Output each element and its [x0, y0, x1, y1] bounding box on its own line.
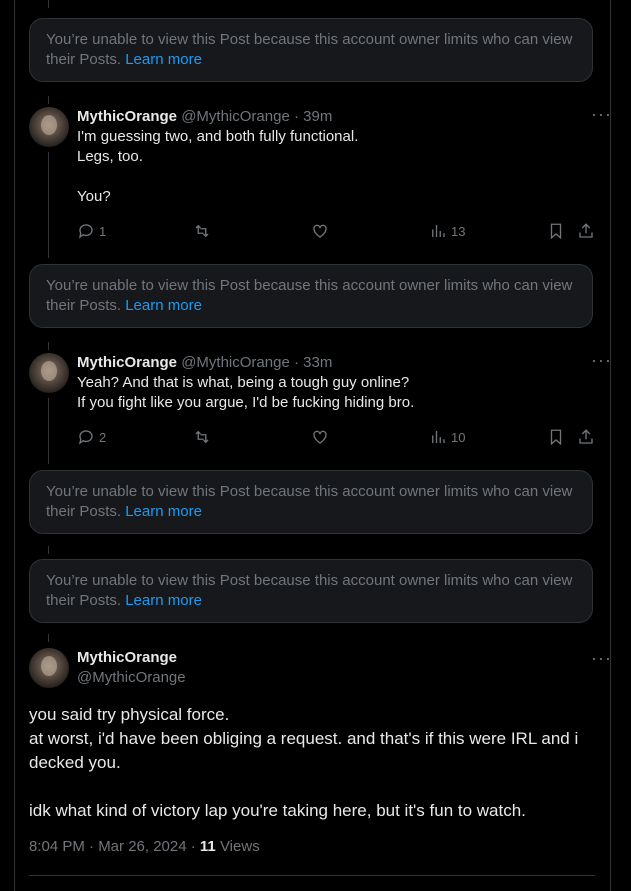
avatar[interactable]: [29, 353, 69, 393]
retweet-icon: [195, 430, 209, 444]
reply-count: 1: [99, 223, 107, 239]
retweet-icon: [195, 224, 209, 238]
display-name[interactable]: MythicOrange: [77, 648, 186, 668]
share-button[interactable]: [577, 428, 595, 446]
restricted-post-notice: You’re unable to view this Post because …: [29, 18, 593, 82]
learn-more-link[interactable]: Learn more: [125, 51, 202, 68]
post-text: I'm guessing two, and both fully functio…: [77, 127, 609, 207]
views-label: Views: [215, 838, 260, 855]
reply-icon: [78, 224, 93, 239]
main-post-header: MythicOrange @MythicOrange: [77, 648, 186, 688]
reply-button[interactable]: 1: [77, 222, 106, 240]
post-text-line: at worst, i'd have been obliging a reque…: [29, 729, 579, 748]
bookmark-icon: [550, 223, 562, 240]
learn-more-link[interactable]: Learn more: [125, 503, 202, 520]
learn-more-link[interactable]: Learn more: [125, 297, 202, 314]
post-text-line: I'm guessing two, and both fully functio…: [77, 128, 359, 145]
retweet-button[interactable]: [193, 428, 211, 446]
post-timestamp[interactable]: 8:04 PM · Mar 26, 2024 ·: [29, 838, 200, 855]
thread-line: [48, 152, 49, 258]
handle[interactable]: @MythicOrange: [77, 668, 186, 688]
views-count: 13: [451, 223, 466, 239]
post-text-line: decked you.: [29, 753, 121, 772]
post-text-line: You?: [77, 188, 111, 205]
bookmark-button[interactable]: [547, 222, 565, 240]
reply-post[interactable]: MythicOrange @MythicOrange · 39m I'm gue…: [77, 107, 609, 207]
handle[interactable]: @MythicOrange: [181, 108, 290, 125]
post-header: MythicOrange @MythicOrange · 33m: [77, 353, 609, 373]
like-icon: [313, 430, 327, 444]
like-button[interactable]: [311, 428, 329, 446]
thread-line: [48, 546, 49, 554]
retweet-button[interactable]: [193, 222, 211, 240]
share-icon: [579, 223, 593, 238]
share-button[interactable]: [577, 222, 595, 240]
thread-line: [48, 634, 49, 642]
like-button[interactable]: [311, 222, 329, 240]
restricted-post-notice: You’re unable to view this Post because …: [29, 470, 593, 534]
avatar[interactable]: [29, 107, 69, 147]
post-text-line: idk what kind of victory lap you're taki…: [29, 801, 526, 820]
views-icon: [432, 225, 445, 237]
thread-line: [48, 0, 49, 8]
thread-line: [48, 96, 49, 104]
views-count: 10: [451, 429, 466, 445]
thread-line: [48, 342, 49, 350]
like-icon: [313, 224, 327, 238]
avatar[interactable]: [29, 648, 69, 688]
bookmark-icon: [550, 429, 562, 446]
views-button[interactable]: 13: [429, 222, 465, 240]
views-icon: [432, 431, 445, 443]
share-icon: [579, 429, 593, 444]
left-border: [14, 0, 15, 891]
post-text-line: Legs, too.: [77, 148, 143, 165]
post-meta: 8:04 PM · Mar 26, 2024 · 11 Views: [29, 838, 260, 855]
handle[interactable]: @MythicOrange: [181, 354, 290, 371]
learn-more-link[interactable]: Learn more: [125, 592, 202, 609]
right-border: [610, 0, 611, 891]
reply-count: 2: [99, 429, 107, 445]
post-time[interactable]: · 33m: [294, 354, 332, 371]
action-bar: 2 10: [77, 428, 595, 448]
more-icon[interactable]: ···: [591, 104, 612, 125]
display-name[interactable]: MythicOrange: [77, 108, 177, 125]
action-bar: 1 13: [77, 222, 595, 242]
post-time[interactable]: · 39m: [294, 108, 332, 125]
more-icon[interactable]: ···: [591, 648, 612, 669]
bookmark-button[interactable]: [547, 428, 565, 446]
reply-post[interactable]: MythicOrange @MythicOrange · 33m Yeah? A…: [77, 353, 609, 413]
restricted-post-notice: You’re unable to view this Post because …: [29, 559, 593, 623]
views-count: 11: [199, 838, 216, 855]
more-icon[interactable]: ···: [591, 350, 612, 371]
post-text-line: you said try physical force.: [29, 705, 230, 724]
post-text-line: If you fight like you argue, I'd be fuck…: [77, 394, 415, 411]
divider: [29, 875, 595, 876]
views-button[interactable]: 10: [429, 428, 465, 446]
post-text: Yeah? And that is what, being a tough gu…: [77, 373, 609, 413]
thread-line: [48, 398, 49, 464]
display-name[interactable]: MythicOrange: [77, 354, 177, 371]
reply-icon: [78, 430, 93, 445]
post-text-line: Yeah? And that is what, being a tough gu…: [77, 374, 410, 391]
main-post-text: you said try physical force. at worst, i…: [29, 703, 599, 823]
reply-button[interactable]: 2: [77, 428, 106, 446]
restricted-post-notice: You’re unable to view this Post because …: [29, 264, 593, 328]
post-header: MythicOrange @MythicOrange · 39m: [77, 107, 609, 127]
